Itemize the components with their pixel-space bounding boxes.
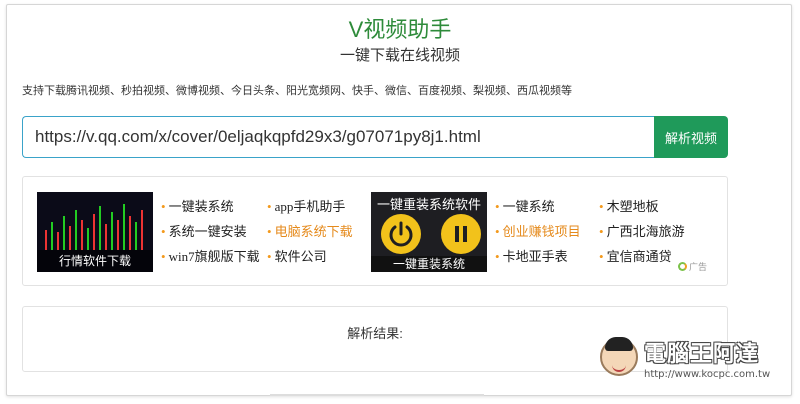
pause-icon bbox=[441, 214, 481, 254]
ad-link[interactable]: 广西北海旅游 bbox=[599, 222, 685, 247]
stock-software-ad-image[interactable]: 行情软件下载 bbox=[37, 192, 153, 272]
ad-link[interactable]: 创业赚钱项目 bbox=[495, 222, 581, 247]
supported-sites-text: 支持下载腾讯视频、秒拍视频、微博视频、今日头条、阳光宽频网、快手、微信、百度视频… bbox=[22, 85, 572, 97]
stock-ad-caption: 行情软件下载 bbox=[37, 250, 153, 272]
ad-link[interactable]: win7旗舰版下载 bbox=[161, 247, 260, 272]
video-url-input[interactable] bbox=[22, 116, 654, 158]
page-title: V视频助手 bbox=[348, 17, 452, 42]
power-icon bbox=[381, 214, 421, 254]
ad-link[interactable]: 系统一键安装 bbox=[161, 222, 260, 247]
reinstall-ad-top-text: 一键重装系统软件 bbox=[376, 197, 481, 212]
ad-link[interactable]: 一键系统 bbox=[495, 197, 581, 222]
ad-links-col1: 一键装系统 系统一键安装 win7旗舰版下载 bbox=[161, 197, 260, 272]
ad-link[interactable]: 电脑系统下载 bbox=[267, 222, 353, 247]
ad-link[interactable]: app手机助手 bbox=[267, 197, 353, 222]
ad-link[interactable]: 木塑地板 bbox=[599, 197, 685, 222]
reinstall-ad-bottom-text: 一键重装系统 bbox=[371, 256, 487, 272]
ad-badge[interactable]: 广告 bbox=[677, 260, 707, 273]
watermark-title: 電腦王阿達 bbox=[644, 342, 760, 367]
mascot-face-icon bbox=[600, 337, 638, 376]
watermark-url: http://www.kocpc.com.tw bbox=[644, 369, 771, 380]
ad-links-col3: 一键系统 创业赚钱项目 卡地亚手表 bbox=[495, 197, 581, 272]
ad-link[interactable]: 软件公司 bbox=[267, 247, 353, 272]
page-subtitle: 一键下载在线视频 bbox=[339, 47, 460, 64]
ad-badge-label: 广告 bbox=[688, 262, 707, 272]
bottom-divider bbox=[270, 394, 484, 396]
ad-banner: 行情软件下载 一键装系统 系统一键安装 win7旗舰版下载 app手机助手 电脑… bbox=[22, 176, 728, 286]
kocpc-watermark: 電腦王阿達 http://www.kocpc.com.tw bbox=[600, 336, 790, 386]
ad-links-col4: 木塑地板 广西北海旅游 宜信商通贷 bbox=[599, 197, 685, 272]
ad-link[interactable]: 一键装系统 bbox=[161, 197, 260, 222]
ad-links-col2: app手机助手 电脑系统下载 软件公司 bbox=[267, 197, 353, 272]
parse-video-button[interactable]: 解析视频 bbox=[654, 116, 728, 158]
ad-link[interactable]: 卡地亚手表 bbox=[495, 247, 581, 272]
reinstall-system-ad-image[interactable]: 一键重装系统软件 一键重装系统 bbox=[371, 192, 487, 272]
ad-logo-icon bbox=[677, 262, 687, 271]
url-form: 解析视频 bbox=[22, 116, 728, 158]
ad-link[interactable]: 宜信商通贷 bbox=[599, 247, 685, 272]
